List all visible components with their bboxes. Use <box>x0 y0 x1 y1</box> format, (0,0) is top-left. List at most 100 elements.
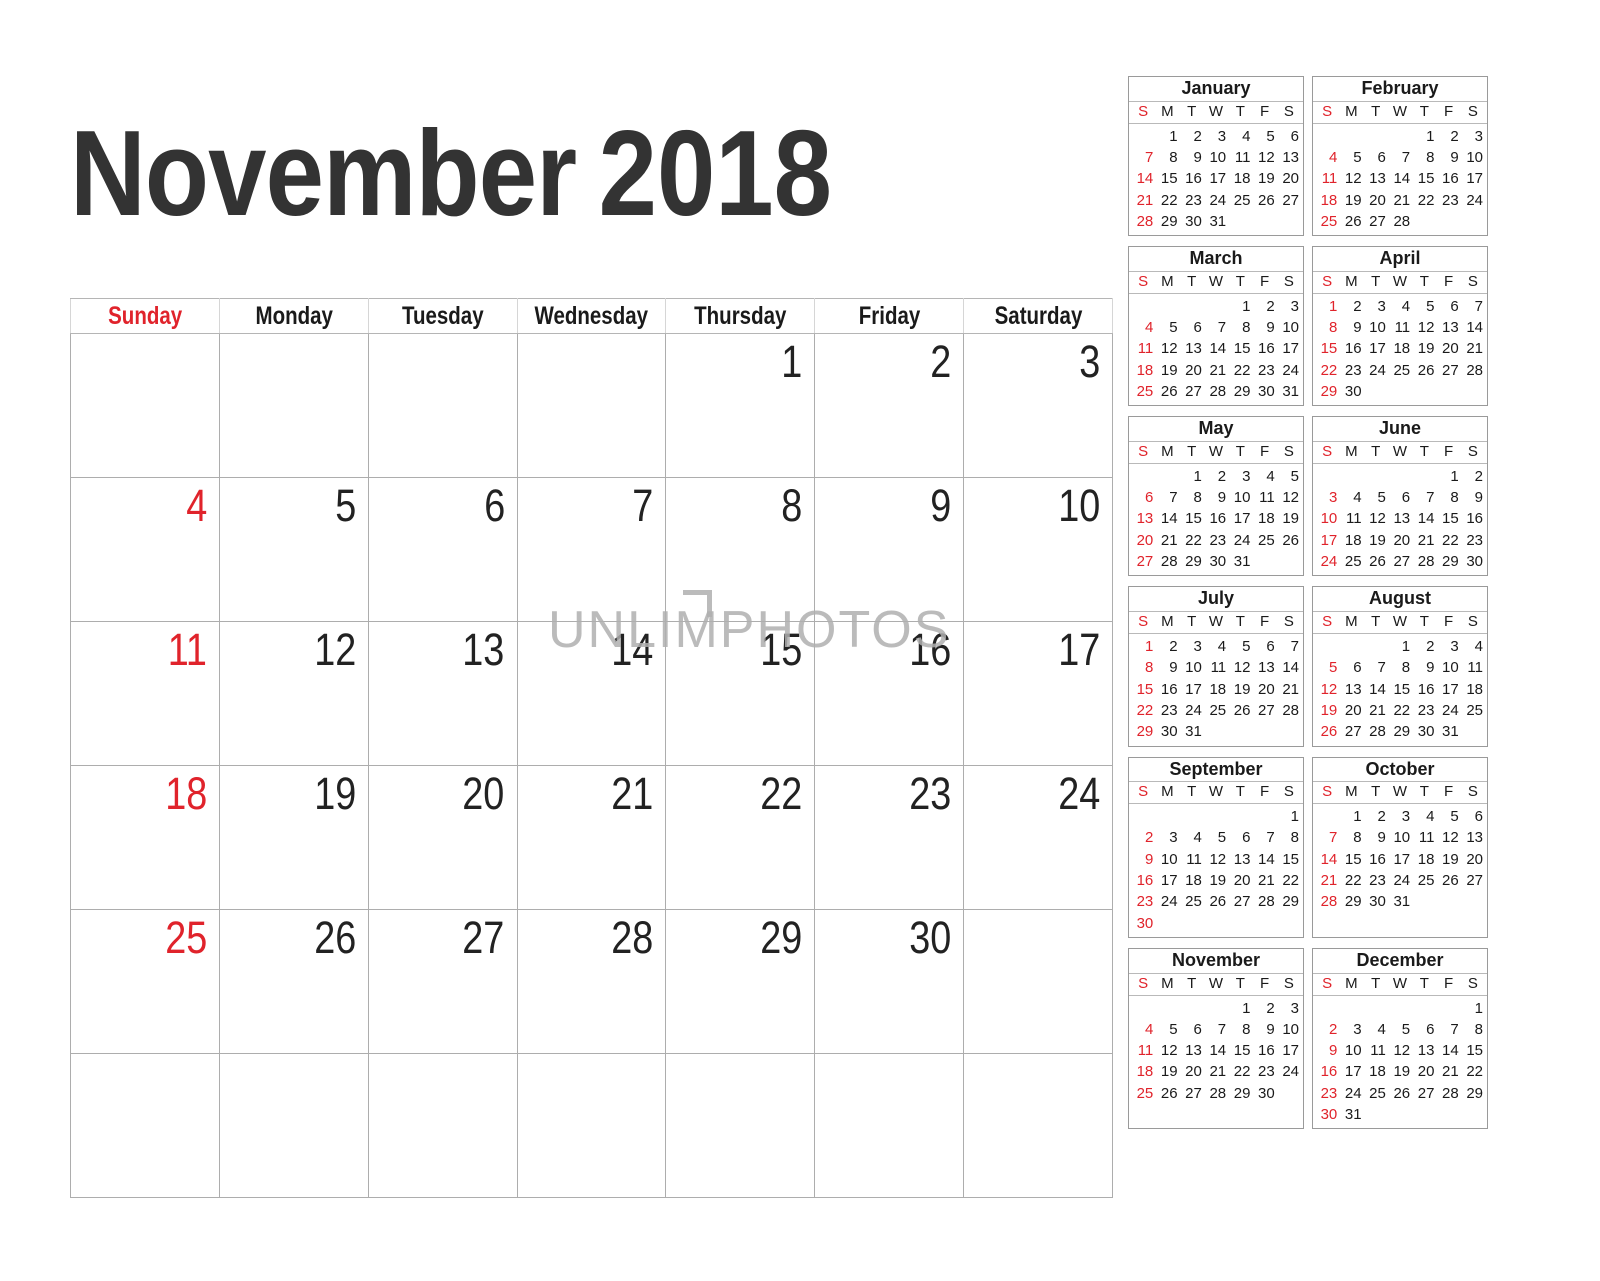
mini-day-number[interactable]: 27 <box>1339 721 1363 742</box>
mini-day-number[interactable]: 8 <box>1339 827 1363 848</box>
mini-day-number[interactable]: 6 <box>1388 487 1412 508</box>
mini-day-number[interactable]: 15 <box>1277 849 1301 870</box>
mini-day-number[interactable]: 25 <box>1228 190 1252 211</box>
calendar-empty-cell[interactable] <box>218 1053 369 1198</box>
mini-calendar-june[interactable]: June S M T W T F S 1 2 3 4 5 6 7 8 9 10 11 12 13 14 15 16 17 18 19… <box>1312 416 1488 577</box>
calendar-day-cell[interactable]: 12 <box>218 621 369 766</box>
mini-day-number[interactable]: 22 <box>1461 1061 1485 1082</box>
mini-day-number[interactable]: 29 <box>1155 211 1179 232</box>
mini-day-number[interactable]: 12 <box>1277 487 1301 508</box>
mini-day-number[interactable]: 23 <box>1155 700 1179 721</box>
mini-day-number[interactable]: 3 <box>1277 998 1301 1019</box>
mini-day-number[interactable]: 2 <box>1364 806 1388 827</box>
calendar-day-cell[interactable]: 13 <box>367 621 518 766</box>
mini-day-number[interactable]: 18 <box>1412 849 1436 870</box>
mini-day-number[interactable]: 7 <box>1315 827 1339 848</box>
mini-day-number[interactable]: 28 <box>1388 211 1412 232</box>
mini-day-number[interactable]: 27 <box>1461 870 1485 891</box>
mini-day-number[interactable]: 2 <box>1315 1019 1339 1040</box>
mini-day-number[interactable]: 22 <box>1277 870 1301 891</box>
mini-day-number[interactable]: 9 <box>1204 487 1228 508</box>
mini-day-number[interactable]: 11 <box>1412 827 1436 848</box>
mini-day-number[interactable]: 10 <box>1277 1019 1301 1040</box>
mini-day-number[interactable]: 31 <box>1388 891 1412 912</box>
calendar-day-cell[interactable]: 7 <box>516 477 667 622</box>
mini-day-number[interactable]: 22 <box>1315 360 1339 381</box>
mini-day-number[interactable]: 17 <box>1277 1040 1301 1061</box>
mini-day-number[interactable]: 13 <box>1228 849 1252 870</box>
mini-day-number[interactable]: 9 <box>1364 827 1388 848</box>
mini-day-number[interactable]: 28 <box>1131 211 1155 232</box>
calendar-empty-cell[interactable] <box>367 333 518 478</box>
mini-day-number[interactable]: 17 <box>1388 849 1412 870</box>
mini-day-number[interactable]: 6 <box>1364 147 1388 168</box>
mini-day-number[interactable]: 22 <box>1228 360 1252 381</box>
mini-day-number[interactable]: 16 <box>1180 168 1204 189</box>
mini-day-number[interactable]: 23 <box>1436 190 1460 211</box>
mini-day-number[interactable]: 27 <box>1180 1083 1204 1104</box>
mini-day-number[interactable]: 26 <box>1155 1083 1179 1104</box>
mini-day-number[interactable]: 2 <box>1412 636 1436 657</box>
mini-day-number[interactable]: 26 <box>1204 891 1228 912</box>
mini-day-number[interactable]: 16 <box>1315 1061 1339 1082</box>
mini-day-number[interactable]: 13 <box>1461 827 1485 848</box>
mini-day-number[interactable]: 11 <box>1461 657 1485 678</box>
mini-day-number[interactable]: 10 <box>1388 827 1412 848</box>
mini-day-number[interactable]: 7 <box>1252 827 1276 848</box>
mini-day-number[interactable]: 26 <box>1412 360 1436 381</box>
mini-day-number[interactable]: 19 <box>1228 679 1252 700</box>
calendar-empty-cell[interactable] <box>516 333 667 478</box>
mini-day-number[interactable]: 23 <box>1339 360 1363 381</box>
mini-day-number[interactable]: 3 <box>1461 126 1485 147</box>
mini-day-number[interactable]: 25 <box>1131 381 1155 402</box>
mini-day-number[interactable]: 10 <box>1228 487 1252 508</box>
mini-day-number[interactable]: 18 <box>1252 508 1276 529</box>
mini-day-number[interactable]: 16 <box>1364 849 1388 870</box>
mini-day-number[interactable]: 23 <box>1252 1061 1276 1082</box>
calendar-empty-cell[interactable] <box>963 1053 1113 1198</box>
mini-day-number[interactable]: 30 <box>1155 721 1179 742</box>
mini-day-number[interactable]: 4 <box>1228 126 1252 147</box>
mini-day-number[interactable]: 13 <box>1277 147 1301 168</box>
mini-day-number[interactable]: 26 <box>1252 190 1276 211</box>
mini-day-number[interactable]: 26 <box>1228 700 1252 721</box>
mini-day-number[interactable]: 13 <box>1180 1040 1204 1061</box>
mini-day-number[interactable]: 26 <box>1315 721 1339 742</box>
mini-day-number[interactable]: 13 <box>1339 679 1363 700</box>
calendar-day-cell[interactable]: 28 <box>516 909 667 1054</box>
mini-day-number[interactable]: 25 <box>1315 211 1339 232</box>
mini-day-number[interactable]: 11 <box>1364 1040 1388 1061</box>
mini-day-number[interactable]: 22 <box>1412 190 1436 211</box>
mini-day-number[interactable]: 29 <box>1315 381 1339 402</box>
mini-day-number[interactable]: 3 <box>1339 1019 1363 1040</box>
mini-day-number[interactable]: 19 <box>1388 1061 1412 1082</box>
mini-day-number[interactable]: 29 <box>1228 1083 1252 1104</box>
mini-day-number[interactable]: 20 <box>1180 1061 1204 1082</box>
mini-day-number[interactable]: 5 <box>1277 466 1301 487</box>
mini-day-number[interactable]: 1 <box>1277 806 1301 827</box>
mini-day-number[interactable]: 3 <box>1364 296 1388 317</box>
mini-day-number[interactable]: 4 <box>1252 466 1276 487</box>
mini-day-number[interactable]: 18 <box>1364 1061 1388 1082</box>
mini-day-number[interactable]: 7 <box>1277 636 1301 657</box>
mini-day-number[interactable]: 26 <box>1364 551 1388 572</box>
mini-day-number[interactable]: 4 <box>1131 1019 1155 1040</box>
mini-day-number[interactable]: 20 <box>1364 190 1388 211</box>
mini-day-number[interactable]: 9 <box>1180 147 1204 168</box>
mini-day-number[interactable]: 21 <box>1252 870 1276 891</box>
mini-day-number[interactable]: 4 <box>1315 147 1339 168</box>
calendar-day-cell[interactable]: 21 <box>516 765 667 910</box>
mini-day-number[interactable]: 8 <box>1228 317 1252 338</box>
mini-day-number[interactable]: 10 <box>1155 849 1179 870</box>
mini-day-number[interactable]: 14 <box>1412 508 1436 529</box>
mini-day-number[interactable]: 2 <box>1252 998 1276 1019</box>
mini-day-number[interactable]: 31 <box>1277 381 1301 402</box>
mini-day-number[interactable]: 5 <box>1339 147 1363 168</box>
mini-day-number[interactable]: 1 <box>1315 296 1339 317</box>
mini-day-number[interactable]: 25 <box>1204 700 1228 721</box>
mini-day-number[interactable]: 16 <box>1252 338 1276 359</box>
mini-day-number[interactable]: 15 <box>1388 679 1412 700</box>
mini-day-number[interactable]: 17 <box>1461 168 1485 189</box>
mini-calendar-march[interactable]: March S M T W T F S 1 2 3 4 5 6 7 8 9 10 11 12 13 14 15 16 17 18 1… <box>1128 246 1304 407</box>
mini-day-number[interactable]: 4 <box>1180 827 1204 848</box>
